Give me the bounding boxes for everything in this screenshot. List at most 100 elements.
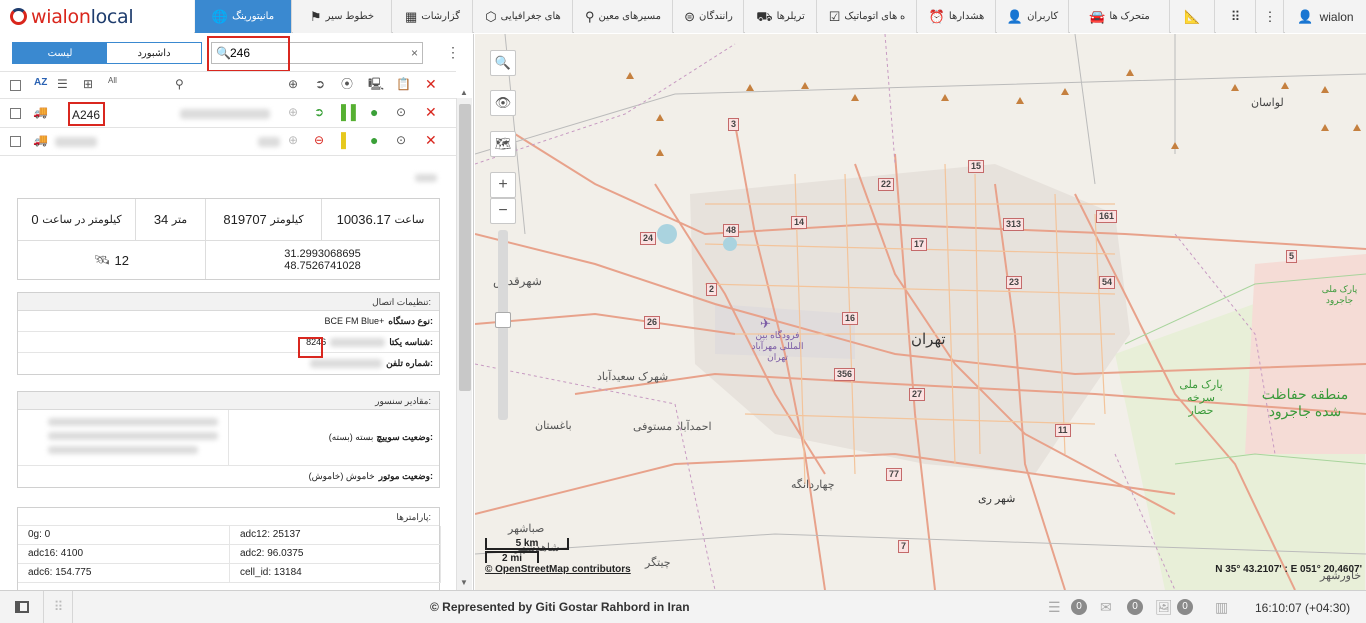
tab-list-view[interactable]: لیست <box>13 43 107 63</box>
panel-menu-icon[interactable]: ⋮ <box>446 44 460 61</box>
road-shield: 356 <box>834 368 856 381</box>
crosshair-icon[interactable]: ⊕ <box>288 78 298 90</box>
sort-az-icon[interactable]: AZ <box>34 78 47 88</box>
zoom-slider-handle[interactable] <box>495 312 511 328</box>
show-all-icon[interactable]: All <box>108 77 117 85</box>
sensors-title: مقادیر سنسور: <box>18 392 439 410</box>
unit-checkbox[interactable] <box>10 136 21 147</box>
tab-routes[interactable]: ⚲ مسیرهای معین <box>574 0 673 33</box>
highlight-unit-name <box>68 102 105 126</box>
tab-monitoring[interactable]: 🌐 مانیتورینگ <box>195 0 292 33</box>
select-all-checkbox[interactable] <box>10 80 21 91</box>
wialon-logo[interactable]: wialonlocal <box>0 0 194 33</box>
tab-reports[interactable]: ▦ گزارشات <box>393 0 473 33</box>
table-icon: ▦ <box>404 9 418 24</box>
connection-status-icon: ▌▌ <box>341 104 361 120</box>
remove-unit-icon[interactable]: ✕ <box>425 105 437 119</box>
switch-sensor-detail <box>18 410 229 465</box>
tab-users[interactable]: 👤 کاربران <box>997 0 1069 33</box>
globe-icon: 🌐 <box>211 9 229 24</box>
details-icon[interactable]: ⊙ <box>396 106 406 118</box>
tab-trailers[interactable]: ⛟ تریلرها <box>745 0 817 33</box>
grid-icon: ⠿ <box>1230 9 1241 24</box>
zoom-in-button[interactable]: + <box>490 172 516 198</box>
road-shield: 26 <box>644 316 661 329</box>
sensor-icon[interactable]: ⦿ <box>341 78 353 90</box>
stopped-status-icon[interactable]: ⊖ <box>314 134 324 146</box>
map-attribution[interactable]: © OpenStreetMap contributors <box>485 564 631 575</box>
protected-area-label: منطقه حفاظت شده جاجرود <box>1261 386 1349 419</box>
connection-settings-box: تنظیمات اتصال: BCE FM Blue+ نوع دستگاه: 8… <box>17 292 440 375</box>
locate-icon[interactable]: ⊕ <box>288 106 298 118</box>
mail-count: 0 <box>1127 599 1143 615</box>
toggle-panel-button[interactable] <box>0 591 44 623</box>
arrow-circle-icon[interactable]: ➲ <box>315 78 325 90</box>
apps-grid-button[interactable]: ⠿ <box>1216 0 1256 33</box>
tab-notifications[interactable]: ⏰ هشدارها <box>918 0 996 33</box>
list-icon[interactable]: ☰ <box>57 78 68 90</box>
map-search-button[interactable]: 🔍 <box>490 50 516 76</box>
unit-title-redacted <box>415 174 437 182</box>
truck-trailer-icon: ⛟ <box>756 9 773 24</box>
panel-scrollbar[interactable]: ▲ ▼ <box>456 88 472 590</box>
tab-geofences[interactable]: ⬡ های جغرافیایی <box>474 0 573 33</box>
unit-checkbox[interactable] <box>10 108 21 119</box>
details-icon[interactable]: ⊙ <box>396 134 406 146</box>
remove-unit-icon[interactable]: ✕ <box>425 133 437 147</box>
mail-icon[interactable]: ✉ <box>1100 599 1112 616</box>
road-shield: 5 <box>1286 250 1298 263</box>
map-icon: 🗺 <box>494 136 512 151</box>
alarm-clock-icon: ⏰ <box>928 9 945 24</box>
peak-markers <box>626 69 1361 156</box>
messages-icon[interactable]: ☰ <box>1048 599 1061 616</box>
book-icon[interactable]: ▥ <box>1215 599 1228 616</box>
layout-grid-button[interactable]: ⠿ <box>45 591 73 623</box>
user-menu[interactable]: 👤 wialon <box>1285 0 1366 33</box>
grid-icon: ⠿ <box>53 599 64 614</box>
tab-jobs[interactable]: ☑ ه های اتوماتیک <box>818 0 917 33</box>
mileage-value: 819707 کیلومتر <box>206 199 322 240</box>
park-label: پارک ملی سرخه حصار <box>1179 379 1223 417</box>
locate-icon[interactable]: ⊕ <box>288 134 298 146</box>
tab-tracks[interactable]: ⚑ خطوط سیر <box>293 0 392 33</box>
zoom-out-button[interactable]: − <box>490 198 516 224</box>
add-list-icon[interactable]: ⊞ <box>83 78 93 90</box>
phone-redacted <box>310 359 383 368</box>
scroll-thumb[interactable] <box>459 104 471 391</box>
logo-mark-icon <box>10 8 27 25</box>
tab-units[interactable]: 🚘 متحرک ها <box>1070 0 1170 33</box>
moving-status-icon[interactable]: ➲ <box>314 106 324 118</box>
road-shield: 54 <box>1099 276 1116 289</box>
location-pin-icon[interactable]: ⚲ <box>175 78 184 90</box>
place-label: احمدآباد مستوفی <box>633 421 712 433</box>
road-shield: 77 <box>886 468 903 481</box>
map-tiles <box>475 34 1366 590</box>
map-visibility-button[interactable]: 👁 <box>490 90 516 116</box>
unit-driver-redacted <box>180 109 270 119</box>
tools-button[interactable]: 📐 <box>1171 0 1215 33</box>
airport-icon: ✈ <box>760 316 771 331</box>
copyright-text: © Represented by Giti Gostar Rahbord in … <box>430 600 690 614</box>
computer-icon[interactable]: 🖳 <box>368 78 384 90</box>
unit-row[interactable]: 🚚 ⊕ ⊖ ▌ ● ⊙ ✕ <box>0 128 456 156</box>
map-view[interactable]: 3 15 22 14 17 313 161 48 24 2 23 54 5 16… <box>475 34 1366 590</box>
unit-list-header: AZ ☰ ⊞ All ⚲ ⊕ ➲ ⦿ 🖳 📋 ✕ <box>0 71 456 99</box>
clear-search-icon[interactable]: × <box>411 46 418 60</box>
place-label: چیتگر <box>645 557 671 569</box>
clipboard-icon[interactable]: 📋 <box>396 78 411 90</box>
scroll-down-icon[interactable]: ▼ <box>460 578 468 587</box>
map-layers-button[interactable]: 🗺 <box>490 131 516 157</box>
monitoring-panel: لیست داشبورد 🔍 × ⋮ AZ ☰ ⊞ All ⚲ ⊕ ➲ ⦿ 🖳 … <box>0 34 474 591</box>
road-shield: 27 <box>909 388 926 401</box>
unique-id-row: 8246 شناسه یکتا: <box>18 332 439 353</box>
param-item: adc12: 25137 <box>230 526 441 545</box>
truck-icon: 🚚 <box>33 133 48 147</box>
more-menu-button[interactable]: ⋮ <box>1257 0 1284 33</box>
geofence-icon: ⬡ <box>485 9 497 24</box>
scroll-up-icon[interactable]: ▲ <box>460 88 468 97</box>
delete-all-icon[interactable]: ✕ <box>425 77 437 91</box>
tab-dashboard-view[interactable]: داشبورد <box>107 43 201 63</box>
images-icon[interactable]: 🖼 <box>1155 599 1173 616</box>
sensor-detail-redacted <box>48 418 218 426</box>
tab-drivers[interactable]: ⊜ رانندگان <box>674 0 744 33</box>
